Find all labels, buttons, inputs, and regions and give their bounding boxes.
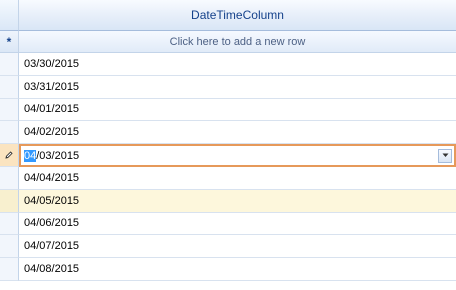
- table-row[interactable]: 04/08/2015: [0, 258, 456, 281]
- row-indicator[interactable]: [0, 258, 19, 281]
- table-row[interactable]: 04/02/2015: [0, 121, 456, 145]
- row-indicator[interactable]: [0, 212, 19, 236]
- datetime-cell[interactable]: 04/06/2015: [19, 213, 456, 236]
- row-indicator-editing[interactable]: [0, 144, 19, 167]
- row-indicator[interactable]: [0, 98, 19, 122]
- table-row[interactable]: 04/06/2015: [0, 212, 456, 236]
- new-row-prompt[interactable]: Click here to add a new row: [19, 31, 456, 53]
- pencil-icon: [5, 151, 13, 159]
- chevron-down-icon: [442, 153, 448, 158]
- datetime-cell[interactable]: 04/01/2015: [19, 99, 456, 122]
- row-indicator[interactable]: [0, 189, 19, 213]
- date-dropdown-button[interactable]: [438, 148, 452, 163]
- column-header-datetime[interactable]: DateTimeColumn: [19, 0, 456, 31]
- datetime-cell[interactable]: 03/31/2015: [19, 76, 456, 99]
- grid-corner[interactable]: [0, 0, 19, 31]
- data-grid[interactable]: DateTimeColumn * Click here to add a new…: [0, 0, 456, 290]
- datetime-cell[interactable]: 04/08/2015: [19, 258, 456, 281]
- datetime-editor[interactable]: 04 /03/2015: [19, 144, 456, 167]
- row-indicator[interactable]: [0, 121, 19, 145]
- datetime-cell[interactable]: 04/05/2015: [19, 189, 456, 213]
- table-row[interactable]: 04/07/2015: [0, 235, 456, 259]
- row-indicator[interactable]: [0, 53, 19, 76]
- table-row[interactable]: 03/30/2015: [0, 53, 456, 76]
- new-row-indicator: *: [0, 31, 19, 53]
- table-row[interactable]: 03/31/2015: [0, 75, 456, 99]
- date-remainder: /03/2015: [36, 149, 80, 162]
- table-row-editing[interactable]: 04 /03/2015: [0, 144, 456, 167]
- row-indicator[interactable]: [0, 75, 19, 99]
- datetime-cell[interactable]: 04/02/2015: [19, 121, 456, 145]
- table-row-hover[interactable]: 04/05/2015: [0, 189, 456, 213]
- table-row[interactable]: 04/04/2015: [0, 166, 456, 190]
- datetime-cell[interactable]: 04/04/2015: [19, 167, 456, 190]
- header-row: DateTimeColumn: [0, 0, 456, 31]
- datetime-editor-text[interactable]: 04 /03/2015: [21, 149, 80, 162]
- row-indicator[interactable]: [0, 235, 19, 259]
- selected-month-segment[interactable]: 04: [24, 149, 37, 162]
- rows-container: 03/30/2015 03/31/2015 04/01/2015 04/02/2…: [0, 53, 456, 281]
- new-row[interactable]: * Click here to add a new row: [0, 31, 456, 53]
- datetime-cell[interactable]: 04/07/2015: [19, 235, 456, 259]
- row-indicator[interactable]: [0, 166, 19, 190]
- datetime-cell[interactable]: 03/30/2015: [19, 53, 456, 76]
- table-row[interactable]: 04/01/2015: [0, 98, 456, 122]
